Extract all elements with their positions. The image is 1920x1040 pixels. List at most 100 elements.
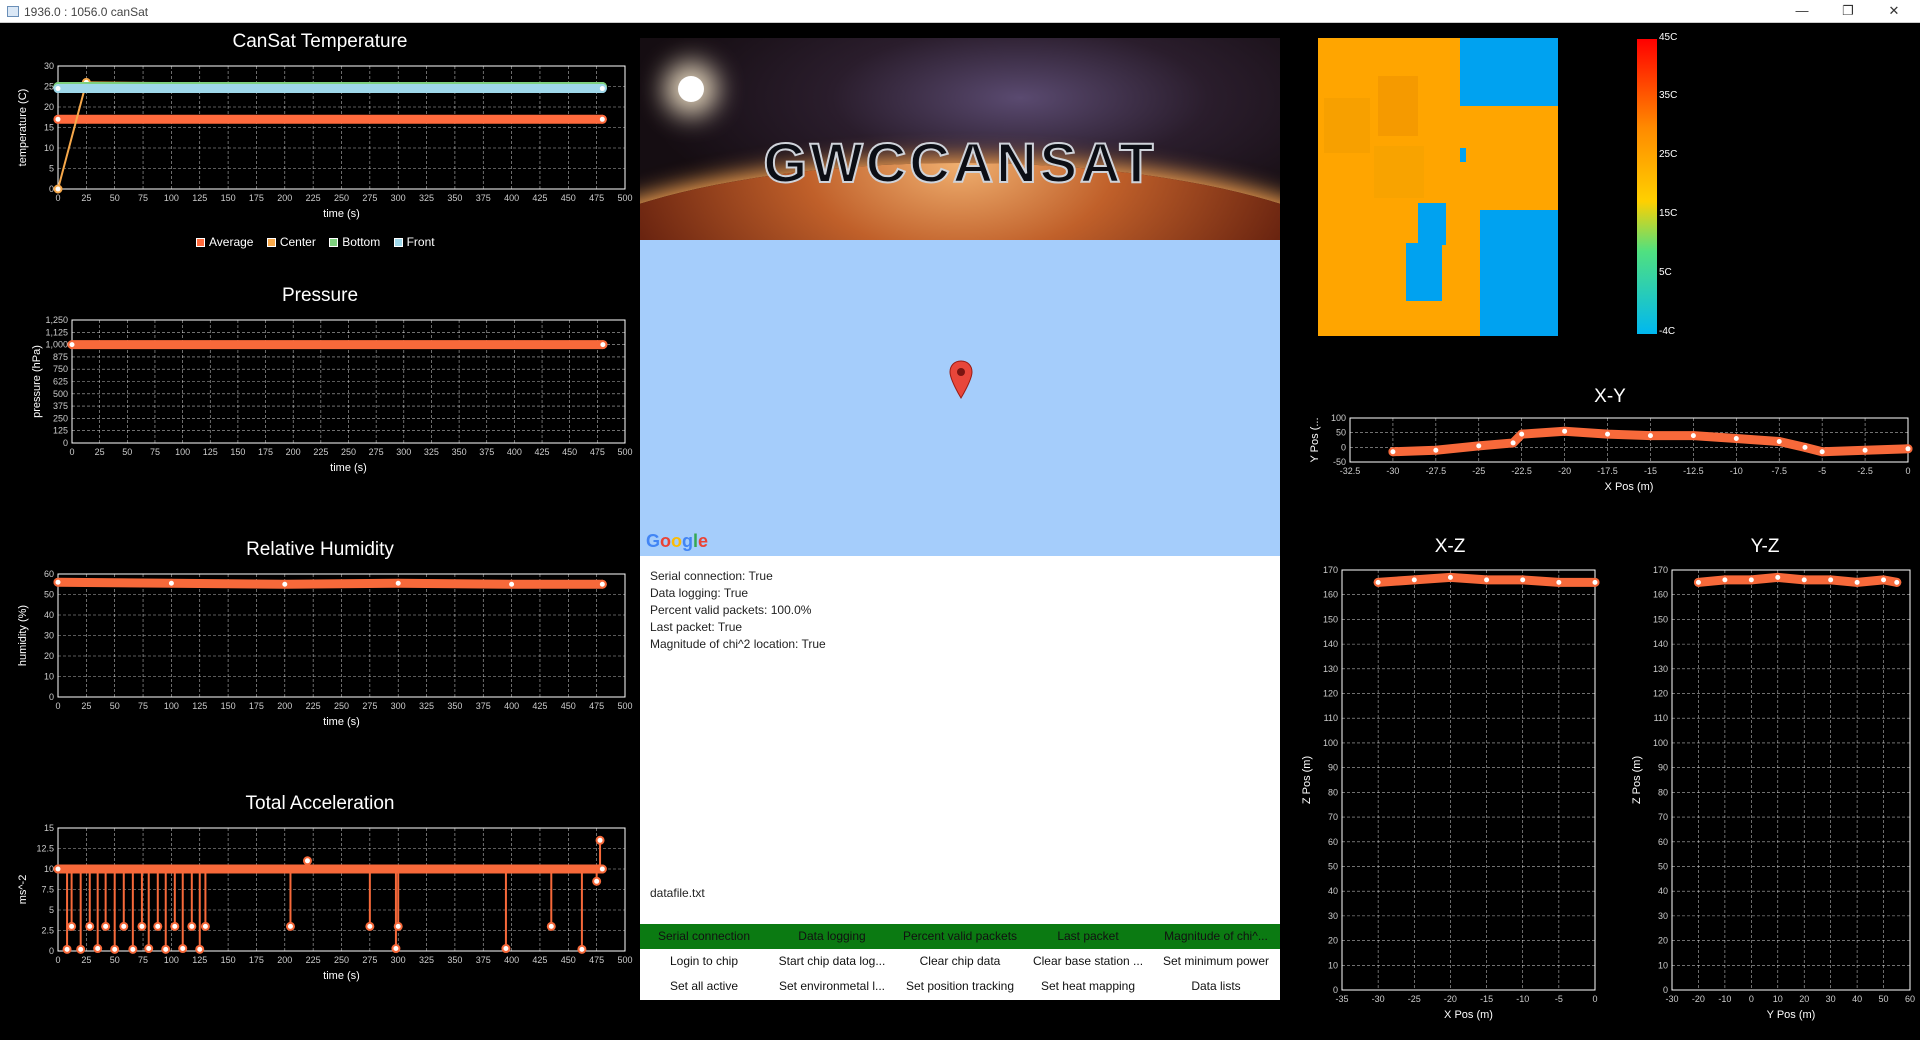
set-all-active-button[interactable]: Set all active (640, 974, 768, 999)
clear-chip-data-button[interactable]: Clear chip data (896, 949, 1024, 974)
xy-chart: -32.5 -30 -27.5 -25 -22.5 -20 -17.5 -15 -12.5 -10… (1309, 413, 1913, 493)
x-tick-label: 400 (504, 701, 519, 711)
x-tick-label: 200 (286, 447, 301, 457)
data-point (1720, 575, 1730, 585)
legend-front-label: Front (406, 235, 435, 249)
set-heat-mapping-button[interactable]: Set heat mapping (1024, 974, 1152, 999)
legend-center-swatch (266, 238, 276, 247)
y-tick-label: 12.5 (36, 844, 54, 854)
x-tick-label: 50 (1879, 994, 1889, 1004)
y-tick-label: 50 (1336, 428, 1346, 438)
sun-graphic (678, 76, 704, 102)
data-point (1799, 575, 1809, 585)
data-point (1482, 575, 1492, 585)
data-point (1688, 431, 1698, 441)
x-axis-label: time (s) (323, 970, 360, 982)
temperature-chart: 0 25 50 75 100 125 150 175 200 225 250 275 300 325 350… (17, 61, 633, 220)
acceleration-drop-point (62, 944, 72, 954)
start-chip-data-log-button[interactable]: Start chip data log... (768, 949, 896, 974)
x-tick-label: 375 (479, 447, 494, 457)
map-pin-icon[interactable] (949, 360, 973, 400)
x-tick-label: 0 (55, 955, 60, 965)
acceleration-drop-point (200, 921, 210, 931)
legend-average-swatch (196, 238, 205, 247)
data-point (1903, 444, 1913, 454)
acceleration-drop-point (101, 921, 111, 931)
x-tick-label: 175 (249, 193, 264, 203)
x-tick-label: 225 (306, 701, 321, 711)
acceleration-drop-point (161, 944, 171, 954)
y-axis-label: Z Pos (m) (1301, 756, 1313, 804)
y-tick-label: 40 (44, 610, 54, 620)
temperature-legend: Average Center Bottom Front (196, 235, 445, 249)
x-tick-label: 250 (334, 701, 349, 711)
data-point (1474, 441, 1484, 451)
minimize-button[interactable]: — (1780, 0, 1824, 23)
data-point (1508, 438, 1518, 448)
colorbar-label-minus4: -4C (1659, 326, 1676, 337)
x-tick-label: 325 (419, 193, 434, 203)
y-tick-label: 15 (44, 823, 54, 833)
humidity-title: Relative Humidity (246, 539, 394, 560)
data-point (53, 84, 63, 94)
humidity-chart: 0 25 50 75 100 125 150 175 200 225 250 275 300 325 350… (17, 569, 633, 728)
data-point (1388, 447, 1398, 457)
restore-button[interactable]: ❐ (1826, 0, 1870, 23)
x-tick-label: 500 (617, 447, 632, 457)
y-axis-label: ms^-2 (17, 875, 29, 905)
data-point (1731, 434, 1741, 444)
data-point (507, 579, 517, 589)
y-tick-label: 150 (1323, 614, 1338, 624)
y-tick-label: 30 (1328, 911, 1338, 921)
y-tick-label: 20 (44, 102, 54, 112)
acceleration-drop-point (144, 944, 154, 954)
x-tick-label: -17.5 (1597, 466, 1618, 476)
data-point (1645, 431, 1655, 441)
y-axis-label: Z Pos (m) (1631, 756, 1643, 804)
pressure-panel: Pressure 0 25 50 75 100 125 150 175 200 225 250 275… (0, 282, 640, 517)
x-tick-label: 225 (313, 447, 328, 457)
acceleration-drop-point (577, 944, 587, 954)
clear-base-station-button[interactable]: Clear base station ... (1024, 949, 1152, 974)
x-tick-label: 425 (532, 701, 547, 711)
acceleration-drop-point (501, 944, 511, 954)
x-tick-label: -7.5 (1771, 466, 1787, 476)
data-point (1603, 429, 1613, 439)
data-point (1560, 426, 1570, 436)
x-tick-label: 175 (249, 955, 264, 965)
map-view[interactable]: Google (640, 240, 1280, 556)
data-point (1817, 447, 1827, 457)
x-tick-label: -5 (1818, 466, 1826, 476)
acceleration-drop-point (391, 944, 401, 954)
x-tick-label: 325 (419, 701, 434, 711)
set-environmental-button[interactable]: Set environmetal l... (768, 974, 896, 999)
x-tick-label: 425 (532, 193, 547, 203)
y-tick-label: 20 (44, 651, 54, 661)
acceleration-chart: 0 25 50 75 100 125 150 175 200 225 250 275 300 325 350… (17, 823, 633, 982)
y-tick-label: 50 (44, 590, 54, 600)
legend-average-label: Average (209, 235, 254, 249)
button-row-2: Set all active Set environmetal l... Set… (640, 974, 1280, 999)
login-to-chip-button[interactable]: Login to chip (640, 949, 768, 974)
x-tick-label: -30 (1665, 994, 1678, 1004)
acceleration-drop-point (93, 944, 103, 954)
x-tick-label: 175 (258, 447, 273, 457)
x-tick-label: 100 (164, 701, 179, 711)
pressure-title: Pressure (281, 285, 359, 306)
yz-chart: -30 -20 -10 0 10 20 30 40 50 60 0 10 20 30 40 50 60 70 80 9… (1631, 565, 1915, 1021)
data-point (1590, 577, 1600, 587)
y-tick-label: 160 (1653, 590, 1668, 600)
x-axis-label: X Pos (m) (1444, 1009, 1493, 1021)
data-point (53, 577, 63, 587)
x-tick-label: 475 (589, 193, 604, 203)
x-tick-label: 425 (535, 447, 550, 457)
data-point (597, 864, 607, 874)
x-tick-label: 375 (476, 701, 491, 711)
data-point (1518, 575, 1528, 585)
close-button[interactable]: ✕ (1872, 0, 1916, 23)
y-tick-label: 40 (1658, 886, 1668, 896)
data-point (1693, 577, 1703, 587)
set-position-tracking-button[interactable]: Set position tracking (896, 974, 1024, 999)
set-minimum-power-button[interactable]: Set minimum power (1152, 949, 1280, 974)
data-lists-button[interactable]: Data lists (1152, 974, 1280, 999)
